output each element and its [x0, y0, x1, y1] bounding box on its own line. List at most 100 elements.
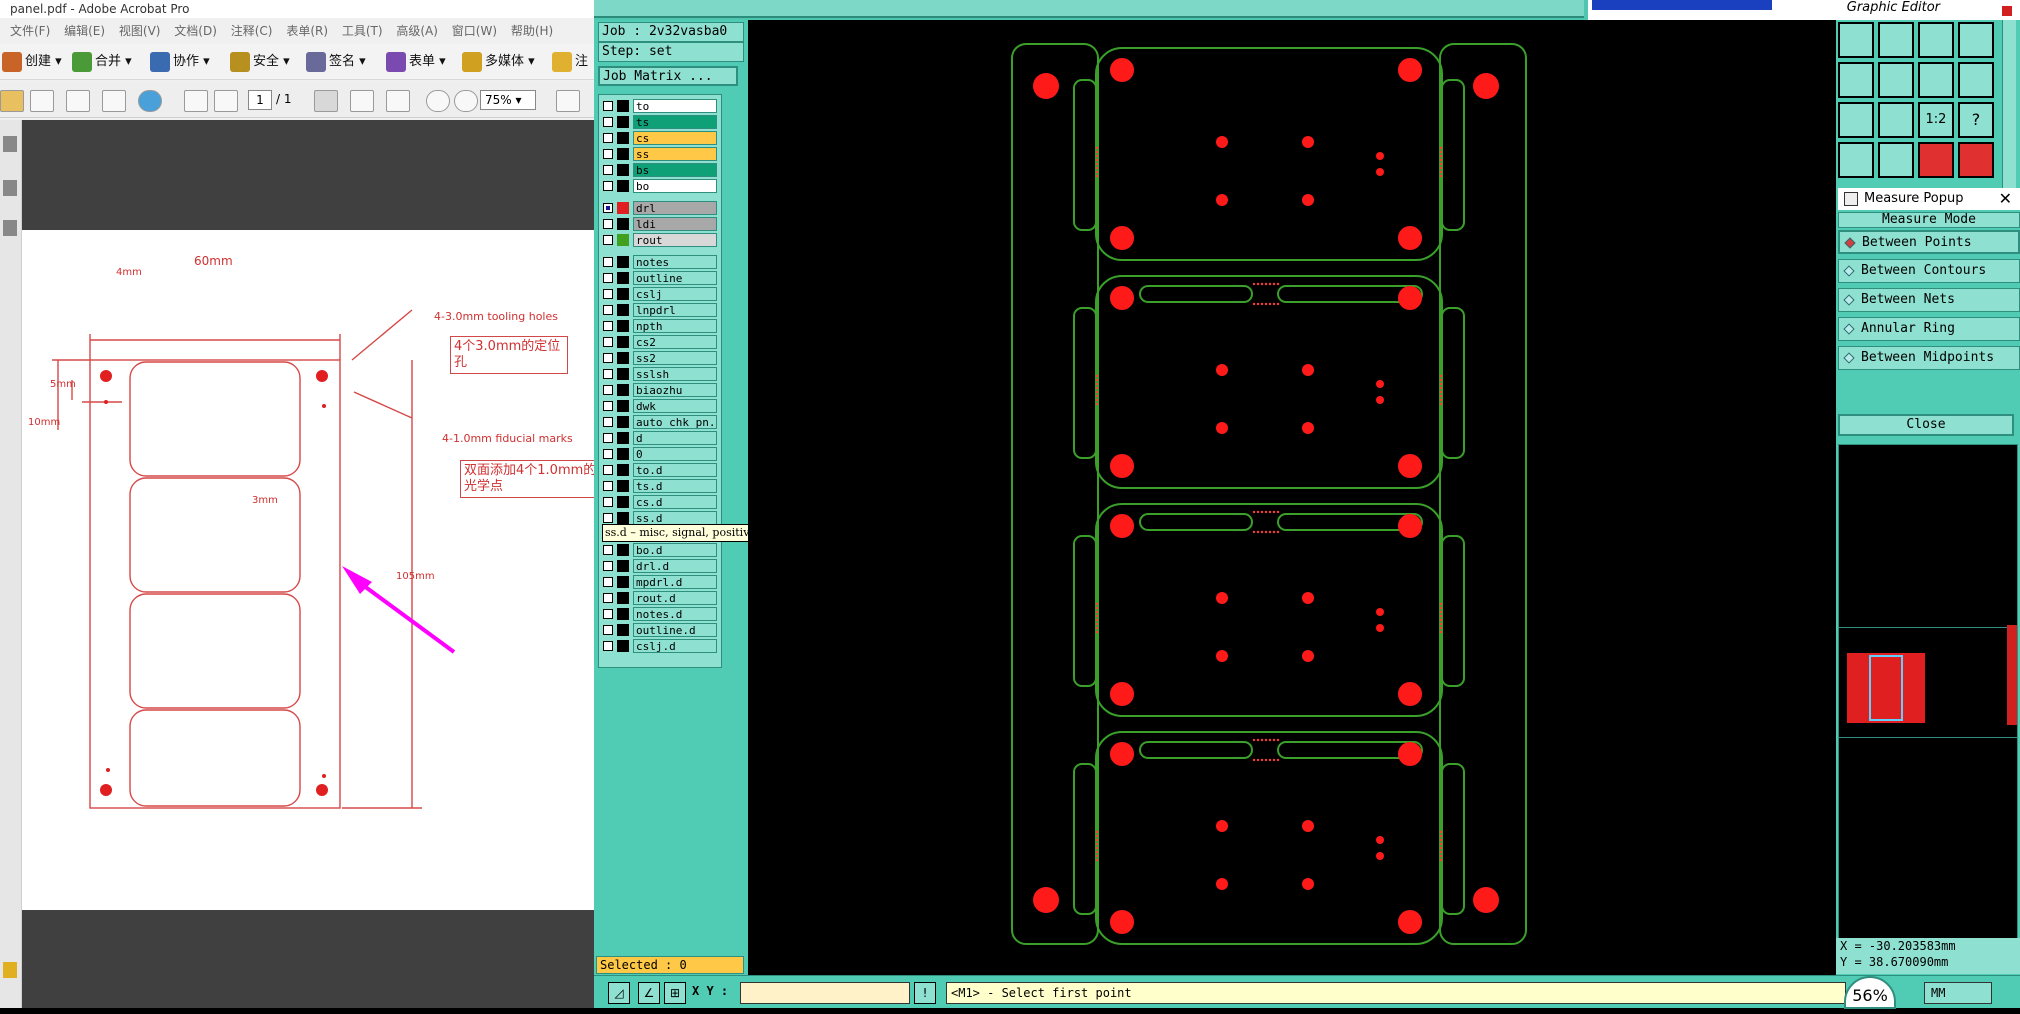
close-button[interactable]: Close — [1838, 414, 2014, 436]
layer-name[interactable]: 0 — [633, 447, 717, 461]
option-between-nets[interactable]: Between Nets — [1838, 288, 2020, 312]
tool-scrollbar[interactable] — [2002, 20, 2016, 188]
menu-document[interactable]: 文档(D) — [174, 24, 217, 38]
layer-checkbox[interactable] — [603, 101, 613, 111]
layer-name[interactable]: npth — [633, 319, 717, 333]
pages-icon[interactable] — [3, 136, 17, 152]
snap-icon[interactable]: ◿ — [608, 982, 630, 1004]
job-matrix-button[interactable]: Job Matrix ... — [598, 66, 738, 86]
print-icon[interactable] — [30, 90, 54, 112]
layer-name[interactable]: ts.d — [633, 479, 717, 493]
layer-name[interactable]: ss.d — [633, 511, 717, 525]
option-between-points[interactable]: Between Points — [1838, 230, 2020, 254]
layer-row[interactable]: lnpdrl — [601, 303, 717, 317]
tool-button[interactable]: ? — [1958, 102, 1994, 138]
layer-name[interactable]: auto_chk_pn. — [633, 415, 717, 429]
layer-row[interactable]: 0 — [601, 447, 717, 461]
layer-checkbox[interactable] — [603, 497, 613, 507]
open-icon[interactable] — [0, 90, 24, 112]
layer-row[interactable]: bo.d — [601, 543, 717, 557]
globe-icon[interactable] — [138, 90, 162, 112]
prev-page-icon[interactable] — [184, 90, 208, 112]
menu-file[interactable]: 文件(F) — [10, 24, 50, 38]
layer-name[interactable]: to — [633, 99, 717, 113]
overview-scrollbar[interactable] — [2007, 625, 2017, 725]
layer-name[interactable]: cslj.d — [633, 639, 717, 653]
layer-checkbox[interactable] — [603, 577, 613, 587]
tool-button[interactable] — [1838, 22, 1874, 58]
layer-checkbox[interactable] — [603, 181, 613, 191]
bookmarks-icon[interactable] — [3, 180, 17, 196]
zoom-select[interactable]: 75% ▾ — [480, 90, 536, 110]
layer-row[interactable]: outline — [601, 271, 717, 285]
secure-button[interactable]: 安全 ▾ — [230, 50, 290, 74]
layer-row[interactable]: ss — [601, 147, 717, 161]
layer-checkbox[interactable] — [603, 117, 613, 127]
layer-name[interactable]: to.d — [633, 463, 717, 477]
angle-icon[interactable]: ∠ — [638, 982, 660, 1004]
layer-row[interactable]: ldi — [601, 217, 717, 231]
layer-row[interactable]: dwk — [601, 399, 717, 413]
layer-row[interactable]: ss2 — [601, 351, 717, 365]
layer-row[interactable]: rout.d — [601, 591, 717, 605]
pcb-view[interactable] — [748, 20, 1836, 975]
layer-row[interactable]: to.d — [601, 463, 717, 477]
layer-row[interactable]: cslj — [601, 287, 717, 301]
layer-name[interactable]: ldi — [633, 217, 717, 231]
collaborate-button[interactable]: 协作 ▾ — [150, 50, 210, 74]
menu-window[interactable]: 窗口(W) — [452, 24, 497, 38]
layer-name[interactable]: cs.d — [633, 495, 717, 509]
layer-name[interactable]: drl.d — [633, 559, 717, 573]
layer-row[interactable]: cs.d — [601, 495, 717, 509]
layer-name[interactable]: biaozhu — [633, 383, 717, 397]
layer-row[interactable]: ts.d — [601, 479, 717, 493]
layer-row[interactable]: notes.d — [601, 607, 717, 621]
sign-button[interactable]: 签名 ▾ — [306, 50, 366, 74]
close-icon[interactable]: ✕ — [1999, 188, 2012, 210]
tool-button[interactable] — [1958, 22, 1994, 58]
option-annular-ring[interactable]: Annular Ring — [1838, 317, 2020, 341]
layer-row[interactable]: biaozhu — [601, 383, 717, 397]
layer-name[interactable]: outline — [633, 271, 717, 285]
layer-name[interactable]: notes.d — [633, 607, 717, 621]
page-number-input[interactable]: 1 — [248, 90, 272, 110]
layer-checkbox[interactable] — [603, 337, 613, 347]
overview-window[interactable] — [1838, 444, 2018, 954]
grid-icon[interactable]: ⊞ — [664, 982, 686, 1004]
layer-row[interactable]: ts — [601, 115, 717, 129]
save-icon[interactable] — [66, 90, 90, 112]
layer-checkbox[interactable] — [603, 625, 613, 635]
menu-comments[interactable]: 注释(C) — [231, 24, 273, 38]
layer-checkbox[interactable] — [603, 609, 613, 619]
layer-name[interactable]: notes — [633, 255, 717, 269]
select-tool-icon[interactable] — [314, 90, 338, 112]
layer-checkbox[interactable] — [603, 481, 613, 491]
layer-name[interactable]: ts — [633, 115, 717, 129]
layer-checkbox[interactable] — [603, 165, 613, 175]
next-page-icon[interactable] — [214, 90, 238, 112]
menu-tools[interactable]: 工具(T) — [342, 24, 383, 38]
zoom-in-icon[interactable] — [454, 90, 478, 112]
layer-row[interactable]: drl.d — [601, 559, 717, 573]
tool-button[interactable] — [1838, 102, 1874, 138]
layer-row[interactable]: sslsh — [601, 367, 717, 381]
option-between-midpoints[interactable]: Between Midpoints — [1838, 346, 2020, 370]
forms-button[interactable]: 表单 ▾ — [386, 50, 446, 74]
tool-button[interactable] — [1878, 142, 1914, 178]
layer-checkbox[interactable] — [603, 385, 613, 395]
layer-name[interactable]: cs2 — [633, 335, 717, 349]
layer-row[interactable]: ss.d — [601, 511, 717, 525]
email-icon[interactable] — [102, 90, 126, 112]
info-icon[interactable]: ! — [914, 982, 936, 1004]
layer-checkbox[interactable] — [603, 289, 613, 299]
tool-button[interactable] — [1838, 62, 1874, 98]
layer-name[interactable]: dwk — [633, 399, 717, 413]
graphic-canvas[interactable] — [748, 20, 1836, 975]
menu-advanced[interactable]: 高级(A) — [396, 24, 438, 38]
menu-help[interactable]: 帮助(H) — [511, 24, 553, 38]
layer-name[interactable]: ss2 — [633, 351, 717, 365]
layer-checkbox[interactable] — [603, 593, 613, 603]
layer-row[interactable]: to — [601, 99, 717, 113]
tool-button[interactable] — [1918, 142, 1954, 178]
layer-checkbox[interactable] — [603, 561, 613, 571]
